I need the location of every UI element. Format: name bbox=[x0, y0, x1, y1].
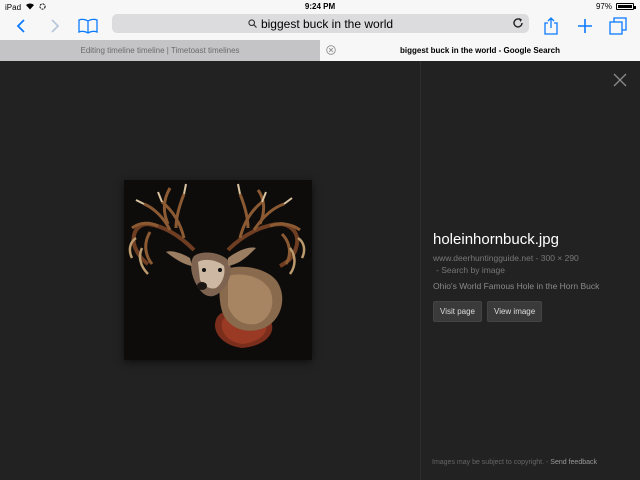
close-viewer-icon[interactable] bbox=[613, 73, 627, 87]
visit-page-button[interactable]: Visit page bbox=[433, 301, 482, 322]
battery-percent: 97% bbox=[595, 2, 612, 11]
back-button[interactable] bbox=[8, 15, 34, 37]
deer-mount-image[interactable] bbox=[124, 180, 312, 360]
image-preview-area bbox=[0, 61, 420, 480]
image-source[interactable]: www.deerhuntingguide.net - 300 × 290 bbox=[433, 253, 633, 263]
browser-toolbar: biggest buck in the world bbox=[0, 13, 640, 40]
new-tab-button[interactable] bbox=[572, 15, 598, 37]
address-bar[interactable]: biggest buck in the world bbox=[112, 14, 529, 33]
forward-button[interactable] bbox=[42, 15, 68, 37]
reload-icon[interactable] bbox=[512, 17, 524, 29]
search-by-image-link[interactable]: - Search by image bbox=[433, 265, 633, 275]
image-description[interactable]: Ohio's World Famous Hole in the Horn Buc… bbox=[433, 281, 633, 291]
tab-google-search[interactable]: biggest buck in the world - Google Searc… bbox=[320, 40, 640, 61]
battery-icon bbox=[616, 3, 636, 10]
image-info-panel: holeinhornbuck.jpg www.deerhuntingguide.… bbox=[433, 231, 633, 322]
share-icon bbox=[544, 17, 558, 35]
tabs-button[interactable] bbox=[605, 15, 631, 37]
viewer-footer: Images may be subject to copyright. - Se… bbox=[432, 459, 597, 466]
tab-timetoast[interactable]: Editing timeline timeline | Timetoast ti… bbox=[0, 40, 320, 61]
image-viewer: holeinhornbuck.jpg www.deerhuntingguide.… bbox=[0, 61, 640, 480]
chevron-right-icon bbox=[51, 19, 60, 33]
image-actions: Visit page View image bbox=[433, 301, 633, 322]
send-feedback-link[interactable]: Send feedback bbox=[550, 459, 597, 466]
tab-bar: Editing timeline timeline | Timetoast ti… bbox=[0, 40, 640, 61]
book-icon bbox=[78, 18, 98, 34]
tab-label: biggest buck in the world - Google Searc… bbox=[399, 46, 561, 55]
chevron-left-icon bbox=[16, 19, 25, 33]
close-tab-icon[interactable] bbox=[326, 45, 336, 55]
plus-icon bbox=[578, 19, 592, 33]
panel-divider bbox=[420, 61, 421, 480]
status-time: 9:24 PM bbox=[304, 2, 336, 11]
image-title[interactable]: holeinhornbuck.jpg bbox=[433, 231, 633, 248]
share-button[interactable] bbox=[538, 15, 564, 37]
tabs-icon bbox=[609, 17, 627, 35]
bookmarks-button[interactable] bbox=[75, 15, 101, 37]
view-image-button[interactable]: View image bbox=[487, 301, 543, 322]
status-right: 97% bbox=[595, 2, 636, 11]
status-bar: iPad 9:24 PM 97% bbox=[0, 0, 640, 13]
address-bar-text: biggest buck in the world bbox=[260, 16, 394, 31]
tab-label: Editing timeline timeline | Timetoast ti… bbox=[80, 46, 240, 55]
copyright-notice: Images may be subject to copyright. bbox=[432, 459, 545, 466]
search-icon bbox=[248, 19, 257, 28]
